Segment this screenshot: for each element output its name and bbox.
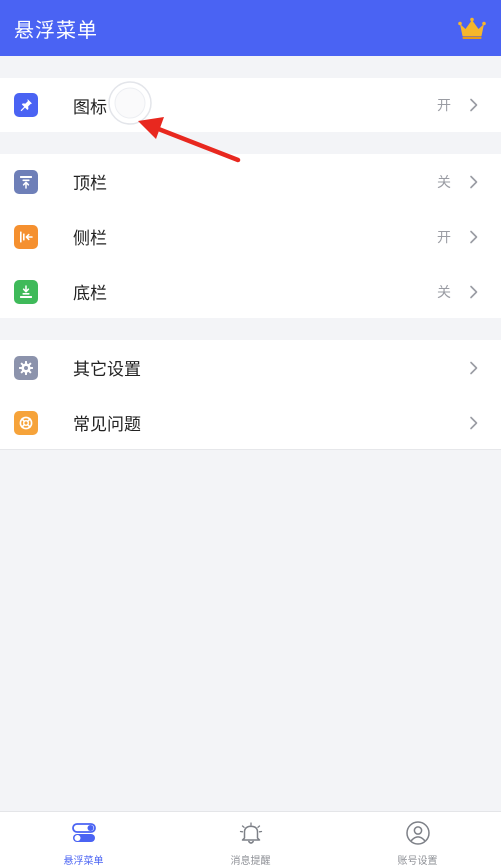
toggle-icon — [71, 820, 97, 846]
app-header: 悬浮菜单 — [0, 0, 501, 56]
settings-group-icon: 图标 开 — [0, 78, 501, 132]
side-bar-icon — [14, 224, 38, 249]
menu-row-faq[interactable]: 常见问题 — [0, 395, 501, 450]
app-root: 悬浮菜单 图标 开 顶栏 关 侧栏 开 底栏 关 其它设置 常见问题 悬浮菜单 … — [0, 0, 501, 867]
top-bar-icon — [14, 169, 38, 194]
status-value: 关 — [437, 174, 451, 191]
menu-row-other-settings[interactable]: 其它设置 — [0, 340, 501, 395]
bell-icon — [238, 820, 264, 846]
menu-row-top-bar[interactable]: 顶栏 关 — [0, 154, 501, 209]
nav-label: 悬浮菜单 — [63, 856, 104, 867]
pin-icon — [14, 93, 38, 117]
user-icon — [405, 820, 431, 846]
bottom-nav: 悬浮菜单 消息提醒 账号设置 — [0, 811, 501, 867]
nav-label: 消息提醒 — [230, 856, 271, 867]
menu-row-label: 其它设置 — [73, 360, 141, 380]
status-value: 开 — [437, 229, 451, 246]
chevron-right-icon — [469, 416, 479, 430]
menu-row-label: 顶栏 — [73, 174, 107, 194]
nav-tab-message-reminder[interactable]: 消息提醒 — [167, 812, 334, 867]
nav-label: 账号设置 — [397, 856, 438, 867]
nav-tab-floating-menu[interactable]: 悬浮菜单 — [0, 812, 167, 867]
menu-row-bottom-bar[interactable]: 底栏 关 — [0, 264, 501, 319]
status-value: 开 — [437, 98, 451, 114]
menu-row-icon[interactable]: 图标 开 — [0, 78, 501, 132]
settings-group-other: 其它设置 常见问题 — [0, 340, 501, 450]
menu-row-label: 底栏 — [73, 284, 107, 304]
menu-row-side-bar[interactable]: 侧栏 开 — [0, 209, 501, 264]
menu-row-label: 图标 — [73, 97, 107, 118]
lifebuoy-icon — [14, 410, 38, 435]
chevron-right-icon — [469, 175, 479, 189]
status-value: 关 — [437, 284, 451, 301]
menu-row-label: 常见问题 — [73, 415, 141, 435]
chevron-right-icon — [469, 230, 479, 244]
nav-tab-account-settings[interactable]: 账号设置 — [334, 812, 501, 867]
settings-group-bars: 顶栏 关 侧栏 开 底栏 关 — [0, 154, 501, 318]
menu-row-label: 侧栏 — [73, 229, 107, 249]
gear-icon — [14, 355, 38, 380]
crown-icon[interactable] — [457, 16, 487, 40]
chevron-right-icon — [469, 285, 479, 299]
chevron-right-icon — [469, 98, 479, 112]
chevron-right-icon — [469, 361, 479, 375]
page-title: 悬浮菜单 — [14, 17, 98, 42]
bottom-bar-icon — [14, 279, 38, 304]
